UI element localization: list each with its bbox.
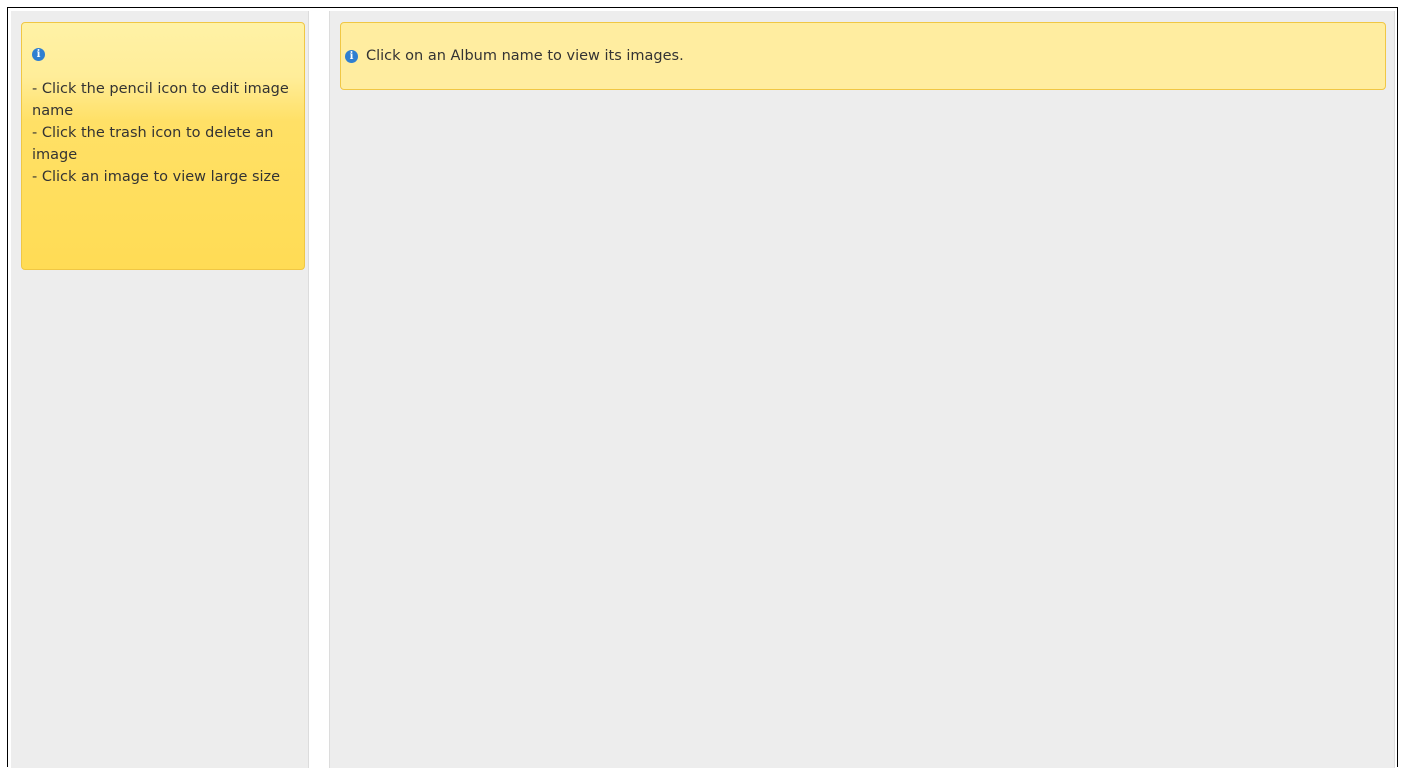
- info-circle-icon: i: [32, 47, 45, 61]
- pane-gutter: [309, 11, 329, 768]
- help-lines: - Click the pencil icon to edit image na…: [32, 78, 294, 188]
- help-icon-row: i: [32, 43, 294, 65]
- album-notice: i Click on an Album name to view its ima…: [340, 22, 1386, 90]
- help-line-delete: - Click the trash icon to delete an imag…: [32, 125, 274, 163]
- app-frame: i - Click the pencil icon to edit image …: [7, 7, 1398, 768]
- notice-text: Click on an Album name to view its image…: [366, 48, 684, 64]
- help-line-view: - Click an image to view large size: [32, 169, 281, 185]
- info-circle-icon: i: [345, 49, 358, 63]
- left-sidebar: i - Click the pencil icon to edit image …: [11, 11, 309, 768]
- main-content: i Click on an Album name to view its ima…: [329, 11, 1395, 768]
- help-line-edit: - Click the pencil icon to edit image na…: [32, 81, 289, 119]
- help-info-box: i - Click the pencil icon to edit image …: [21, 22, 305, 270]
